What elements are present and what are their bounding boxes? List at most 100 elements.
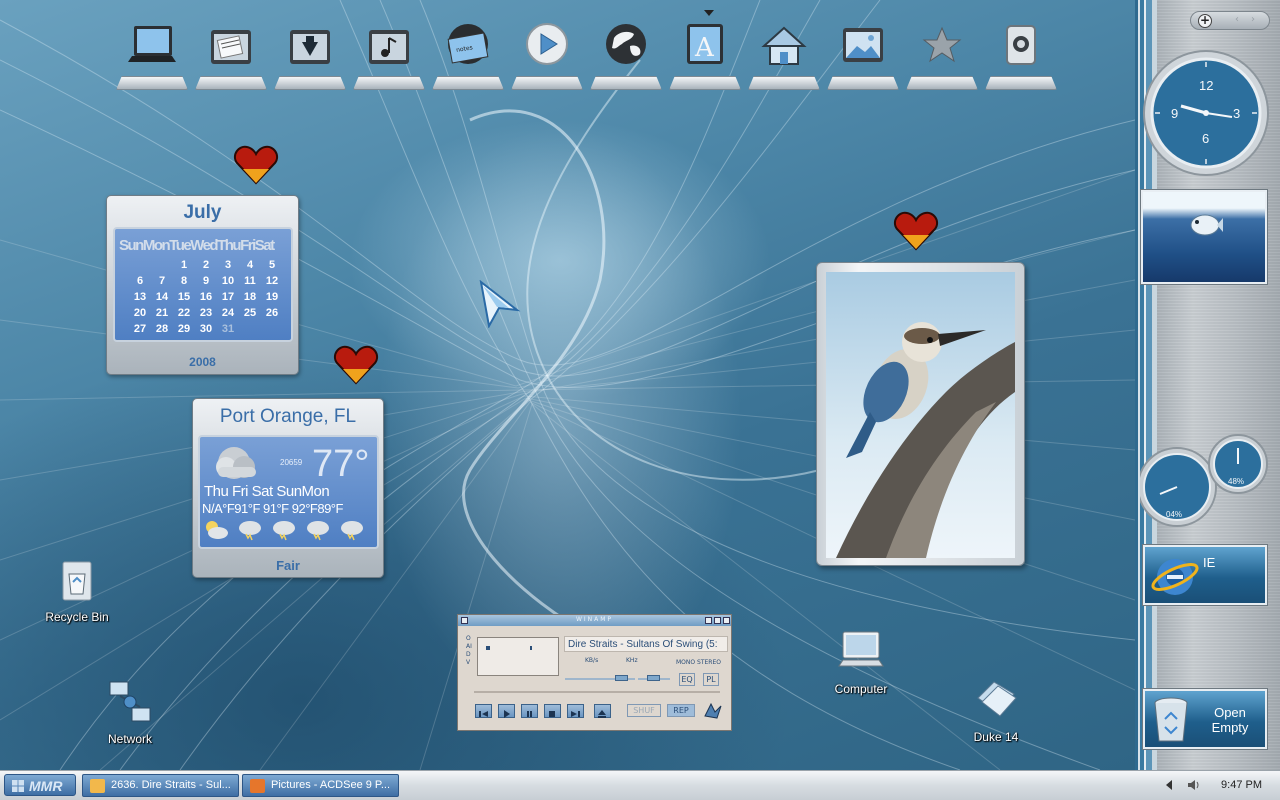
recycle-bin-desktop-icon[interactable]: Recycle Bin xyxy=(32,556,122,624)
network-desktop-icon[interactable]: Network xyxy=(85,678,175,746)
calendar-day[interactable]: 4 xyxy=(239,259,261,275)
calendar-week-row: 20 21 22 23 24 25 26 xyxy=(129,307,289,323)
winamp-pause-button[interactable] xyxy=(521,704,538,718)
duke-folder-desktop-icon[interactable]: Duke 14 xyxy=(951,676,1041,744)
tray-expand-arrow-icon[interactable] xyxy=(1166,780,1172,790)
font-icon: A xyxy=(687,24,723,64)
aquarium-gadget[interactable] xyxy=(1141,190,1267,284)
computer-icon xyxy=(838,631,884,667)
winamp-shade-button[interactable] xyxy=(714,617,721,624)
internet-explorer-gadget[interactable]: IE xyxy=(1143,545,1267,605)
winamp-volume-slider[interactable] xyxy=(615,675,628,681)
acdsee-icon xyxy=(250,779,265,793)
dock-item-trash[interactable] xyxy=(985,12,1057,90)
winamp-visualizer[interactable] xyxy=(477,637,559,676)
calendar-day[interactable]: 6 xyxy=(129,275,151,291)
winamp-prev-button[interactable] xyxy=(475,704,492,718)
start-button[interactable]: MMR xyxy=(4,774,76,796)
computer-label: Computer xyxy=(834,682,888,696)
calendar-day[interactable]: 31 xyxy=(217,323,239,339)
home-icon xyxy=(761,26,807,65)
dock-item-internet[interactable] xyxy=(590,12,662,90)
winamp-eject-button[interactable] xyxy=(594,704,611,718)
recycle-bin-gadget-actions[interactable]: Open Empty xyxy=(1197,705,1263,735)
calendar-day[interactable]: 20 xyxy=(129,307,151,323)
winamp-balance-slider[interactable] xyxy=(647,675,660,681)
volume-icon[interactable] xyxy=(1186,778,1200,792)
dock-item-favorites[interactable] xyxy=(906,12,978,90)
calendar-day[interactable]: 12 xyxy=(261,275,283,291)
calendar-day[interactable]: 10 xyxy=(217,275,239,291)
dock-item-media-player[interactable] xyxy=(511,12,583,90)
dock-item-pictures[interactable] xyxy=(827,12,899,90)
winamp-pl-toggle[interactable]: PL xyxy=(703,673,719,686)
winamp-logo-icon[interactable] xyxy=(703,702,723,720)
winamp-song-title[interactable]: Dire Straits - Sultans Of Swing (5: xyxy=(564,636,728,652)
winamp-shuffle-toggle[interactable]: SHUF xyxy=(627,704,661,717)
memory-percent: 48% xyxy=(1228,477,1244,486)
calendar-gadget[interactable]: July SunMonTueWedThuFriSat 1 2 3 4 5 6 7 8 9 10 11… xyxy=(106,195,299,375)
taskbar-clock[interactable]: 9:47 PM xyxy=(1221,779,1262,791)
taskbar-item-winamp[interactable]: 2636. Dire Straits - Sul... xyxy=(82,774,239,797)
trash-icon xyxy=(1006,25,1036,65)
dock-item-downloads[interactable] xyxy=(274,12,346,90)
calendar-day[interactable]: 21 xyxy=(151,307,173,323)
cpu-meter-gadget[interactable]: 04% 48% xyxy=(1140,432,1280,532)
calendar-day[interactable]: 22 xyxy=(173,307,195,323)
slideshow-gadget[interactable] xyxy=(816,262,1025,566)
calendar-day[interactable]: 14 xyxy=(151,291,173,307)
slideshow-photo xyxy=(826,272,1015,558)
calendar-day[interactable]: 28 xyxy=(151,323,173,339)
taskbar-item-acdsee[interactable]: Pictures - ACDSee 9 P... xyxy=(242,774,399,797)
winamp-eq-toggle[interactable]: EQ xyxy=(679,673,695,686)
recycle-bin-gadget[interactable]: Open Empty xyxy=(1143,689,1267,749)
winamp-player[interactable]: WINAMP OAIDV Dire Straits - Sultans Of S… xyxy=(457,614,732,731)
cpu-percent: 04% xyxy=(1166,510,1182,519)
sidebar-prev-arrow[interactable]: ‹ xyxy=(1235,14,1239,25)
calendar-day[interactable]: 15 xyxy=(173,291,195,307)
calendar-day[interactable]: 9 xyxy=(195,275,217,291)
winamp-seek-bar[interactable] xyxy=(474,691,720,693)
winamp-repeat-toggle[interactable]: REP xyxy=(667,704,695,717)
calendar-day[interactable]: 18 xyxy=(239,291,261,307)
calendar-day[interactable]: 17 xyxy=(217,291,239,307)
calendar-day[interactable]: 25 xyxy=(239,307,261,323)
calendar-day[interactable]: 16 xyxy=(195,291,217,307)
winamp-close-button[interactable] xyxy=(723,617,730,624)
calendar-day[interactable]: 29 xyxy=(173,323,195,339)
calendar-day[interactable]: 30 xyxy=(195,323,217,339)
calendar-day[interactable]: 13 xyxy=(129,291,151,307)
winamp-play-button[interactable] xyxy=(498,704,515,718)
winamp-minimize-button[interactable] xyxy=(705,617,712,624)
calendar-day[interactable]: 23 xyxy=(195,307,217,323)
winamp-menu-button[interactable] xyxy=(461,617,468,624)
clock-gadget[interactable]: 12 3 6 9 xyxy=(1141,48,1271,178)
dock-item-music[interactable] xyxy=(353,12,425,90)
winamp-stop-button[interactable] xyxy=(544,704,561,718)
calendar-day[interactable]: 27 xyxy=(129,323,151,339)
add-gadget-button[interactable]: + xyxy=(1198,14,1212,28)
dock-item-documents[interactable] xyxy=(195,12,267,90)
calendar-day[interactable]: 24 xyxy=(217,307,239,323)
calendar-day[interactable]: 2 xyxy=(195,259,217,275)
sidebar-next-arrow[interactable]: › xyxy=(1251,14,1255,25)
dock-item-notes[interactable]: notes xyxy=(432,12,504,90)
calendar-day[interactable]: 1 xyxy=(173,259,195,275)
calendar-day[interactable]: 8 xyxy=(173,275,195,291)
dock-item-home[interactable] xyxy=(748,12,820,90)
calendar-day[interactable]: 19 xyxy=(261,291,283,307)
calendar-day[interactable]: 3 xyxy=(217,259,239,275)
weather-gadget[interactable]: Port Orange, FL 20659 77° Thu Fri Sat Su… xyxy=(192,398,384,578)
calendar-day[interactable]: 11 xyxy=(239,275,261,291)
dock-item-fonts[interactable]: A xyxy=(669,12,741,90)
calendar-week-row: 12345 xyxy=(129,259,289,275)
weather-city: Port Orange, FL xyxy=(219,406,357,427)
calendar-day[interactable]: 7 xyxy=(151,275,173,291)
dock-item-computer[interactable] xyxy=(116,12,188,90)
winamp-next-button[interactable] xyxy=(567,704,584,718)
computer-desktop-icon[interactable]: Computer xyxy=(816,628,906,696)
calendar-day[interactable]: 5 xyxy=(261,259,283,275)
calendar-day xyxy=(261,323,283,339)
calendar-day[interactable]: 26 xyxy=(261,307,283,323)
winamp-titlebar[interactable]: WINAMP xyxy=(458,615,731,626)
